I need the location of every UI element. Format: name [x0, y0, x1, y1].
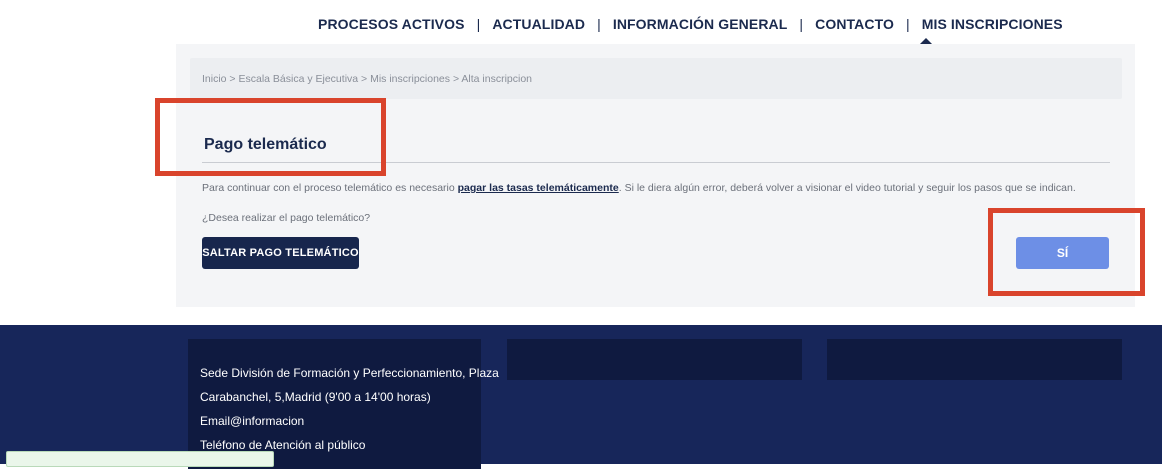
section-divider	[202, 162, 1110, 163]
footer-block-3	[827, 339, 1122, 380]
nav-item-actualidad[interactable]: ACTUALIDAD	[492, 16, 585, 32]
notification-bar	[6, 451, 274, 467]
info-text-before: Para continuar con el proceso telemático…	[202, 182, 458, 194]
nav-separator: |	[799, 16, 804, 32]
yes-button[interactable]: SÍ	[1016, 237, 1109, 269]
footer-email[interactable]: Email@informacion	[200, 409, 469, 433]
nav-separator: |	[905, 16, 910, 32]
section-title: Pago telemático	[204, 136, 327, 153]
nav-item-procesos-activos[interactable]: PROCESOS ACTIVOS	[318, 16, 465, 32]
nav-item-mis-inscripciones[interactable]: MIS INSCRIPCIONES	[922, 16, 1063, 32]
footer-address-line-1: Sede División de Formación y Perfecciona…	[200, 366, 499, 380]
nav-item-informacion-general[interactable]: INFORMACIÓN GENERAL	[613, 16, 788, 32]
footer-contact-block: Sede División de Formación y Perfecciona…	[188, 339, 499, 469]
skip-payment-button[interactable]: SALTAR PAGO TELEMÁTICO	[202, 237, 359, 269]
info-text-after: . Si le diera algún error, deberá volver…	[618, 182, 1076, 194]
payment-question: ¿Desea realizar el pago telemático?	[202, 212, 371, 224]
footer: Sede División de Formación y Perfecciona…	[0, 325, 1162, 469]
nav-separator: |	[597, 16, 601, 32]
nav-separator: |	[476, 16, 481, 32]
footer-address-line-2: Carabanchel, 5,Madrid (9'00 a 14'00 hora…	[200, 390, 431, 404]
pay-fees-link[interactable]: pagar las tasas telemáticamente	[458, 182, 619, 194]
top-navigation: PROCESOS ACTIVOS | ACTUALIDAD | INFORMAC…	[0, 0, 1162, 44]
payment-panel: Inicio > Escala Básica y Ejecutiva > Mis…	[176, 44, 1135, 307]
payment-info-text: Para continuar con el proceso telemático…	[202, 182, 1076, 194]
nav-menu: PROCESOS ACTIVOS | ACTUALIDAD | INFORMAC…	[318, 16, 1063, 32]
footer-block-2	[507, 339, 802, 380]
nav-item-contacto[interactable]: CONTACTO	[815, 16, 894, 32]
breadcrumb: Inicio > Escala Básica y Ejecutiva > Mis…	[190, 58, 1122, 99]
